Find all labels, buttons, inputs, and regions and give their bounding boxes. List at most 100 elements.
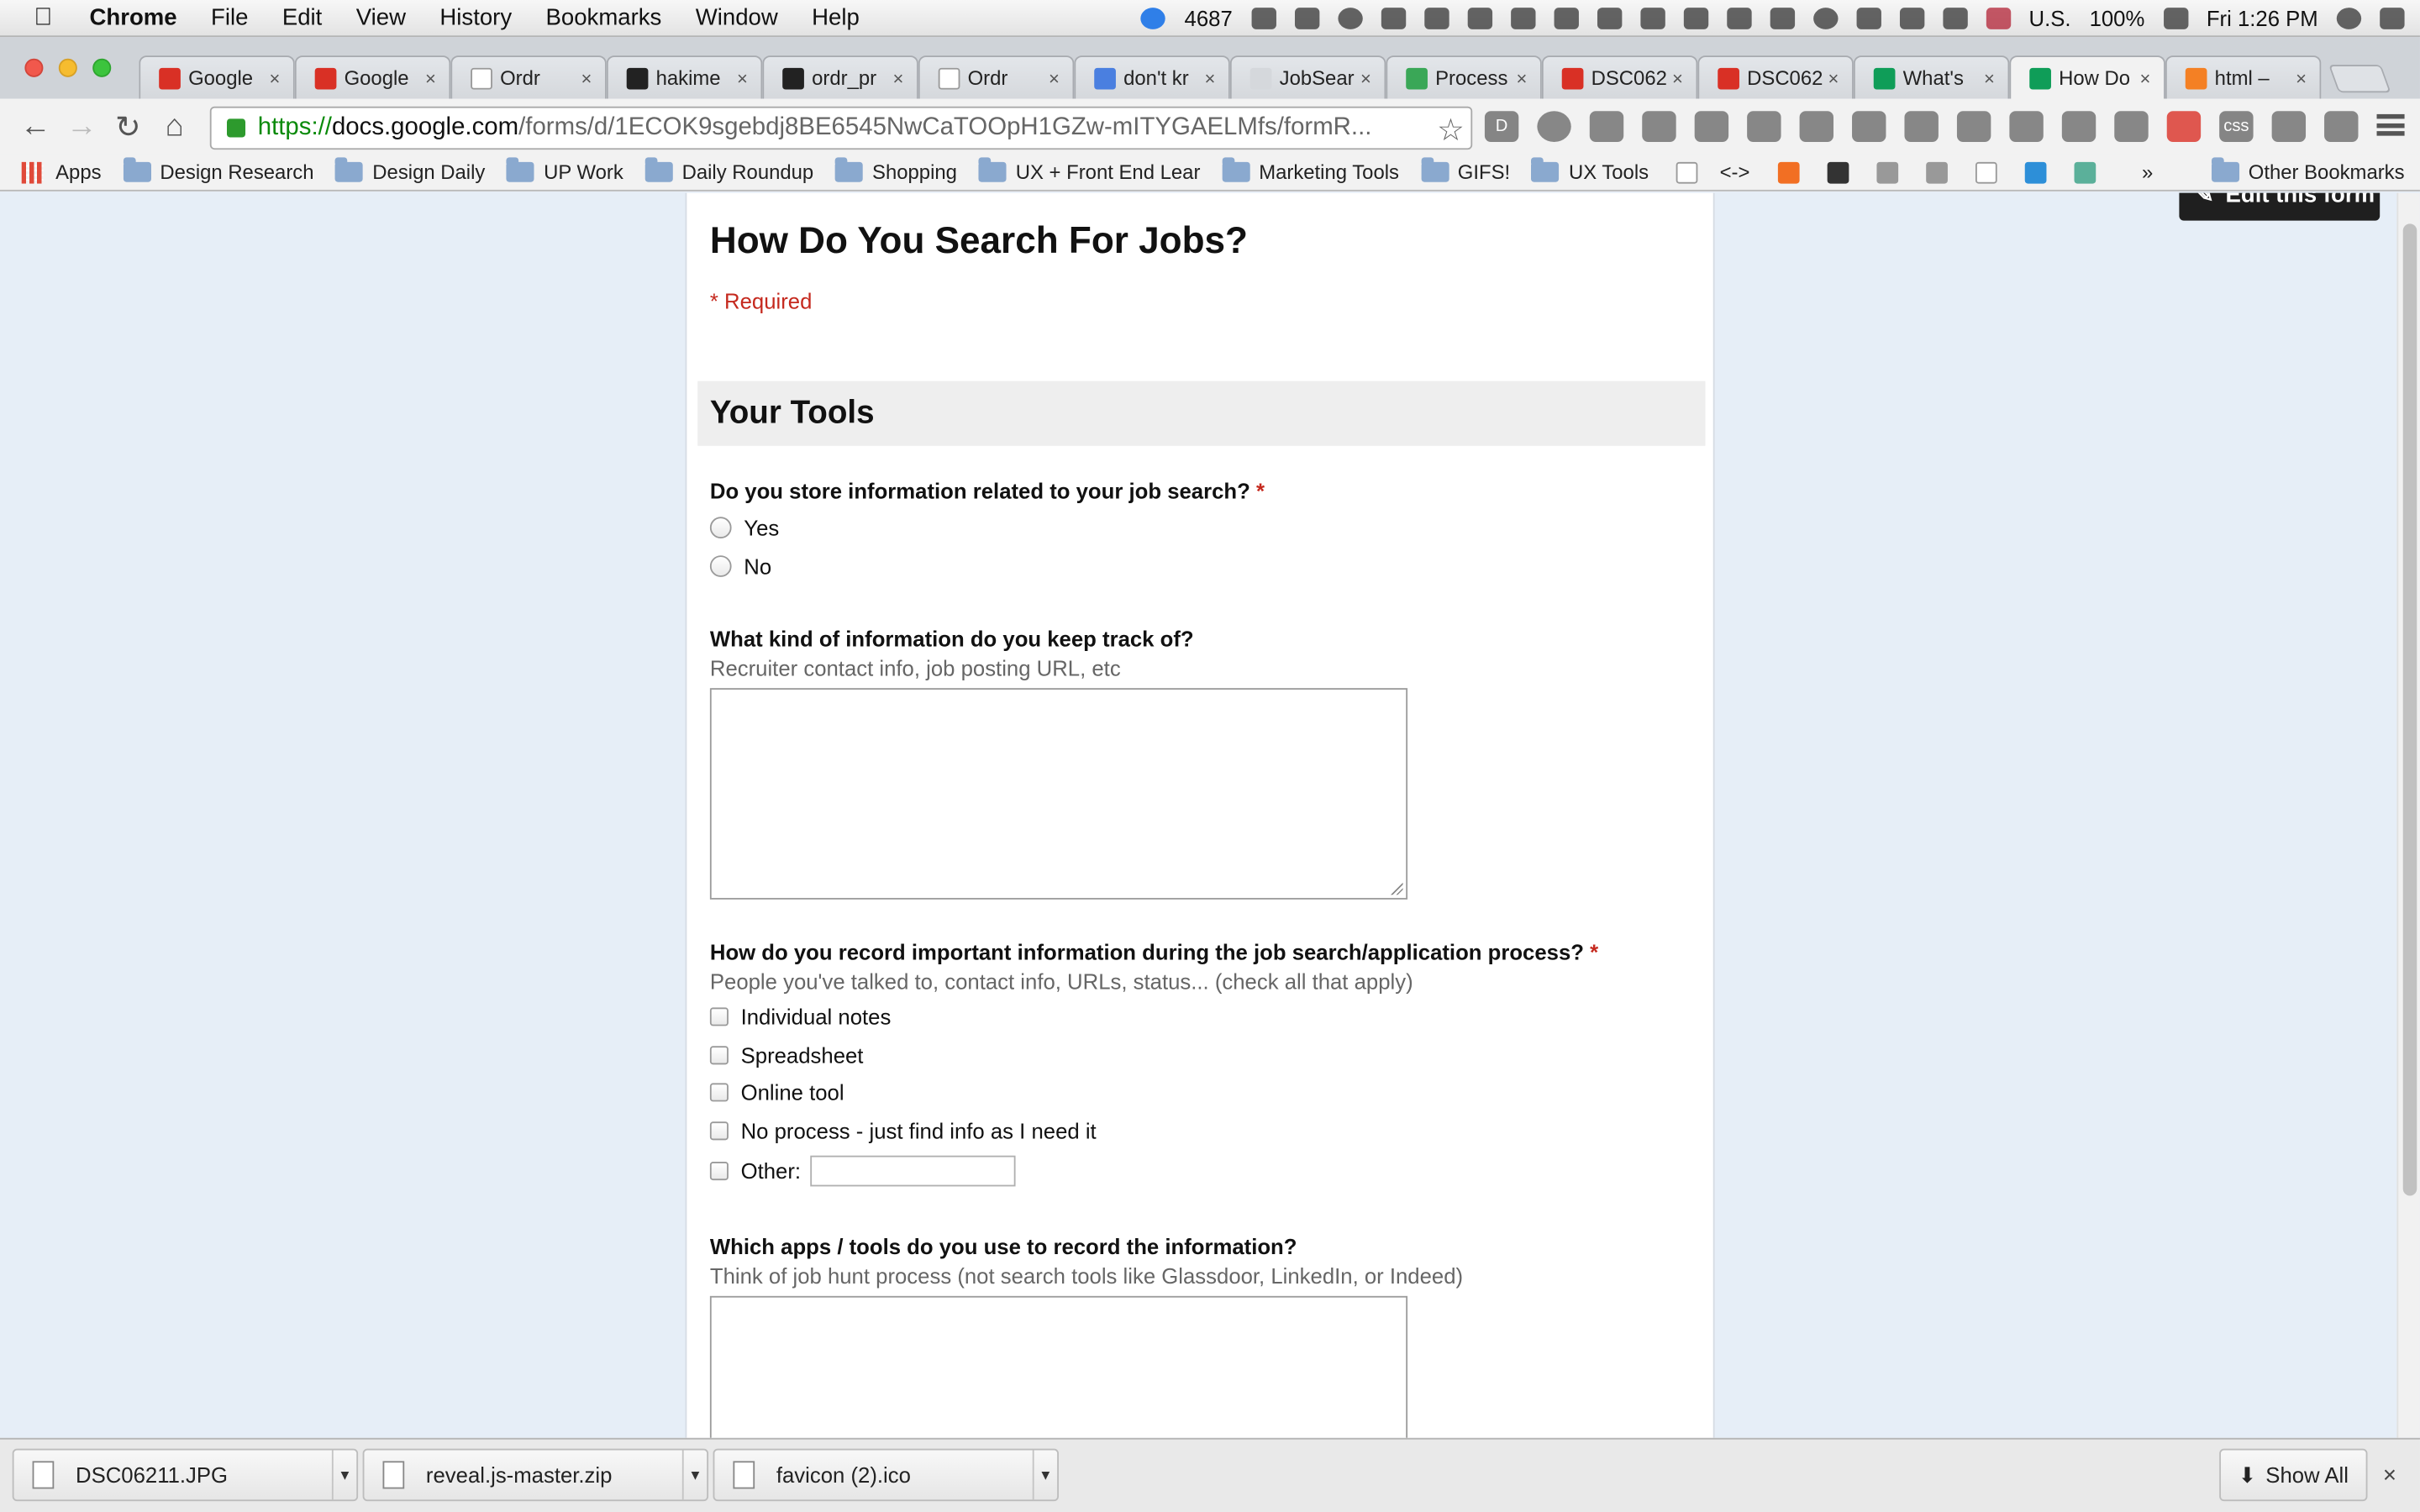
checkbox-no-process[interactable] bbox=[709, 1121, 729, 1141]
css-icon[interactable]: css bbox=[2219, 111, 2254, 142]
layout-icon[interactable] bbox=[2271, 111, 2307, 142]
bookmarks-overflow[interactable]: » bbox=[2142, 160, 2153, 184]
mail-icon[interactable] bbox=[2061, 111, 2096, 142]
apple-icon[interactable]:  bbox=[34, 4, 65, 32]
google-drive-icon[interactable] bbox=[1294, 8, 1319, 29]
tools-icon[interactable] bbox=[1747, 111, 1781, 142]
magnifier-icon[interactable] bbox=[1694, 111, 1729, 142]
tab-close-icon[interactable]: × bbox=[1512, 67, 1531, 89]
browser-tab[interactable]: Google × bbox=[294, 55, 451, 99]
bookmark-doc[interactable] bbox=[1969, 160, 1997, 183]
browser-tab[interactable]: don't kr × bbox=[1074, 55, 1230, 99]
q4-textarea[interactable] bbox=[709, 1295, 1408, 1438]
bookmark-folder[interactable]: Shopping bbox=[834, 157, 957, 184]
battery-icon[interactable] bbox=[2163, 8, 2188, 29]
window-resizer-icon[interactable] bbox=[1642, 111, 1676, 142]
q3-option-other[interactable]: Other: bbox=[709, 1155, 1016, 1187]
download-item[interactable]: DSC06211.JPG ▼ bbox=[12, 1448, 359, 1502]
browser-tab[interactable]: hakime × bbox=[606, 55, 763, 99]
scrollbar-thumb[interactable] bbox=[2402, 223, 2417, 1196]
window-close-button[interactable] bbox=[24, 58, 44, 77]
bookmark-hash[interactable] bbox=[1919, 160, 1948, 183]
browser-tab[interactable]: Google × bbox=[139, 55, 295, 99]
bookmark-folder[interactable]: Design Research bbox=[123, 157, 314, 184]
browser-tab[interactable]: DSC062 × bbox=[1697, 55, 1854, 99]
radio-no[interactable] bbox=[709, 555, 732, 577]
tab-close-icon[interactable]: × bbox=[2136, 67, 2154, 89]
tab-close-icon[interactable]: × bbox=[2291, 67, 2310, 89]
controller-icon[interactable] bbox=[1639, 8, 1665, 29]
evernote-icon[interactable] bbox=[1904, 111, 1939, 142]
home-icon[interactable]: ⌂ bbox=[151, 108, 197, 144]
battery-percent[interactable]: 100% bbox=[2090, 6, 2145, 30]
edit-form-button[interactable]: ✎ Edit this form bbox=[2179, 192, 2381, 221]
browser-tab[interactable]: html – × bbox=[2165, 55, 2322, 99]
lock-icon[interactable] bbox=[226, 118, 246, 138]
checkbox-online-tool[interactable] bbox=[709, 1083, 729, 1102]
menu-bookmarks[interactable]: Bookmarks bbox=[546, 5, 662, 31]
menu-file[interactable]: File bbox=[211, 5, 248, 31]
bookmark-map[interactable] bbox=[2068, 160, 2096, 183]
us-flag-icon[interactable] bbox=[1986, 8, 2011, 29]
lastpass-icon[interactable] bbox=[2009, 111, 2044, 142]
mic-icon[interactable] bbox=[1553, 8, 1579, 29]
status-count[interactable]: 4687 bbox=[1185, 6, 1233, 30]
time-machine-icon[interactable] bbox=[1812, 8, 1838, 29]
flux-icon[interactable] bbox=[1510, 8, 1535, 29]
q3-option-online-tool[interactable]: Online tool bbox=[709, 1080, 844, 1105]
airmail-icon[interactable] bbox=[1141, 8, 1166, 29]
stack-icon[interactable] bbox=[1726, 8, 1751, 29]
chevron-down-icon[interactable]: ▼ bbox=[1032, 1450, 1057, 1500]
bookmark-folder[interactable]: UP Work bbox=[507, 157, 623, 184]
tab-close-icon[interactable]: × bbox=[733, 67, 751, 89]
q2-textarea[interactable] bbox=[709, 688, 1408, 900]
new-tab-button[interactable] bbox=[2328, 65, 2391, 93]
menu-history[interactable]: History bbox=[439, 5, 512, 31]
chevron-down-icon[interactable]: ▼ bbox=[331, 1450, 356, 1500]
back-arrow-icon[interactable]: ← bbox=[13, 108, 59, 144]
alfred-icon[interactable] bbox=[1683, 8, 1708, 29]
browser-tab[interactable]: Ordr × bbox=[450, 55, 607, 99]
q3-option-spreadsheet[interactable]: Spreadsheet bbox=[709, 1043, 863, 1068]
browser-tab[interactable]: DSC062 × bbox=[1541, 55, 1698, 99]
grammarly-icon[interactable] bbox=[1381, 8, 1406, 29]
radio-yes[interactable] bbox=[709, 517, 732, 539]
reload-icon[interactable]: ↻ bbox=[105, 108, 151, 146]
tab-close-icon[interactable]: × bbox=[1824, 67, 1843, 89]
tab-close-icon[interactable]: × bbox=[1044, 67, 1063, 89]
retina-icon[interactable] bbox=[1597, 8, 1622, 29]
bookmark-book[interactable] bbox=[1870, 160, 1898, 183]
page-scrollbar[interactable] bbox=[2396, 192, 2420, 1438]
browser-tab[interactable]: Process × bbox=[1386, 55, 1542, 99]
meter-icon[interactable] bbox=[1423, 8, 1449, 29]
browser-tab[interactable]: What's × bbox=[1853, 55, 2010, 99]
address-bar[interactable]: https:// docs.google.com /forms/d/1ECOK9… bbox=[209, 106, 1473, 150]
checkbox-other[interactable] bbox=[709, 1162, 729, 1181]
spider-icon[interactable] bbox=[2114, 111, 2149, 142]
close-icon[interactable]: × bbox=[2383, 1462, 2396, 1488]
bookmark-page[interactable] bbox=[1670, 160, 1698, 183]
tab-close-icon[interactable]: × bbox=[421, 67, 439, 89]
browser-tab[interactable]: Ordr × bbox=[918, 55, 1075, 99]
dashlane-icon[interactable]: D bbox=[1484, 111, 1519, 142]
show-all-downloads-button[interactable]: ⬇ Show All bbox=[2219, 1448, 2368, 1502]
menu-view[interactable]: View bbox=[356, 5, 406, 31]
bookmark-other[interactable]: Other Bookmarks bbox=[2211, 157, 2405, 184]
cast-icon[interactable] bbox=[1589, 111, 1624, 142]
browser-tab[interactable]: JobSear × bbox=[1229, 55, 1386, 99]
bookmark-folder[interactable]: Daily Roundup bbox=[644, 157, 813, 184]
browser-tab[interactable]: How Do × bbox=[2009, 55, 2165, 99]
q1-option-no[interactable]: No bbox=[709, 554, 771, 579]
other-text-input[interactable] bbox=[810, 1155, 1016, 1187]
resize-grip-icon[interactable] bbox=[1390, 882, 1403, 895]
bookmark-folder[interactable]: Design Daily bbox=[335, 157, 485, 184]
tab-close-icon[interactable]: × bbox=[1668, 67, 1686, 89]
bluetooth-icon[interactable] bbox=[1855, 8, 1881, 29]
browser-tab[interactable]: ordr_pr × bbox=[762, 55, 918, 99]
airplay-icon[interactable] bbox=[1769, 8, 1795, 29]
color-picker-icon[interactable] bbox=[1537, 111, 1571, 142]
bookmark-code[interactable]: <-> bbox=[1720, 160, 1750, 184]
tab-close-icon[interactable]: × bbox=[1201, 67, 1219, 89]
bookmark-trello[interactable] bbox=[2018, 160, 2047, 183]
bookmark-folder[interactable]: Marketing Tools bbox=[1222, 157, 1399, 184]
